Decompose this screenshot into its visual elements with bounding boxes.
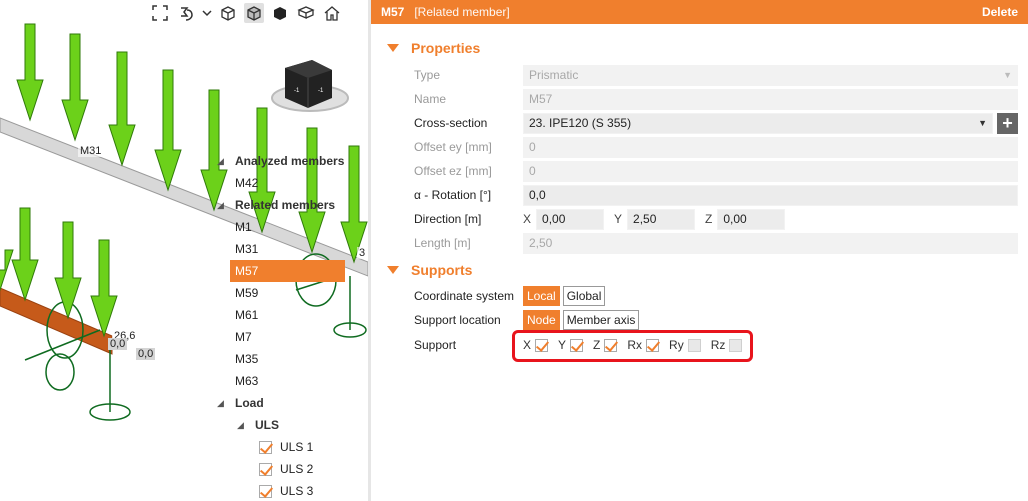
properties-panel: M57 [Related member] Delete Properties T…: [371, 0, 1028, 501]
member-label: M31: [78, 145, 104, 157]
collapse-caret-icon[interactable]: ◢: [217, 194, 224, 216]
rotation-field[interactable]: 0,0: [523, 184, 1018, 206]
row-rotation: α - Rotation [°] 0,0: [414, 184, 1019, 206]
value-label: 0,0: [136, 348, 156, 360]
section-view-icon[interactable]: [296, 3, 316, 23]
support-z[interactable]: Z: [593, 338, 618, 352]
support-rz[interactable]: Rz: [711, 338, 743, 352]
toggle-local[interactable]: Local: [523, 286, 560, 306]
row-name: Name M57: [414, 88, 1019, 110]
checkbox[interactable]: [259, 440, 272, 454]
tree-item-m7[interactable]: M7: [215, 326, 365, 348]
3d-viewport[interactable]: -1 -1 M31 26,6 0,0 0,0 3 ◢ Analyzed memb…: [0, 0, 368, 501]
dropdown-arrow-icon: ▼: [1003, 70, 1012, 80]
checkbox[interactable]: [604, 338, 618, 352]
support-ry[interactable]: Ry: [669, 338, 701, 352]
row-direction: Direction [m] X 0,00 Y 2,50 Z 0,00: [414, 208, 1019, 230]
member-name: M57: [381, 5, 405, 19]
member-type: [Related member]: [414, 5, 510, 19]
name-field[interactable]: M57: [523, 88, 1018, 110]
tree-load-uls2[interactable]: ULS 2: [215, 458, 365, 480]
row-support-location: Support location Node Member axis: [414, 309, 1019, 331]
navigation-cube[interactable]: -1 -1: [268, 58, 352, 120]
direction-y-field[interactable]: 2,50: [627, 208, 696, 230]
add-cross-section-button[interactable]: +: [997, 112, 1018, 134]
dropdown-arrow-icon: ▼: [978, 118, 987, 128]
support-rx[interactable]: Rx: [627, 338, 660, 352]
support-y[interactable]: Y: [558, 338, 584, 352]
checkbox[interactable]: [729, 338, 743, 352]
direction-x-field[interactable]: 0,00: [536, 208, 605, 230]
toggle-node[interactable]: Node: [523, 310, 560, 330]
load-arrow: [90, 239, 118, 338]
collapse-caret-icon[interactable]: ◢: [237, 414, 244, 436]
collapse-caret-icon[interactable]: ◢: [217, 150, 224, 172]
length-field[interactable]: 2,50: [523, 232, 1018, 254]
load-arrow: [16, 23, 44, 122]
collapse-caret-icon[interactable]: ◢: [217, 392, 224, 414]
toggle-global[interactable]: Global: [562, 286, 606, 306]
offset-ey-field[interactable]: 0: [523, 136, 1018, 158]
tree-item-m35[interactable]: M35: [215, 348, 365, 370]
tree-item-m42[interactable]: M42: [215, 172, 365, 194]
row-type: Type Prismatic ▼: [414, 64, 1019, 86]
tree-header-load[interactable]: ◢ Load: [215, 392, 365, 414]
tree-item-m59[interactable]: M59: [215, 282, 365, 304]
row-coordinate-system: Coordinate system Local Global: [414, 285, 1019, 307]
checkbox[interactable]: [687, 338, 701, 352]
row-length: Length [m] 2,50: [414, 232, 1019, 254]
checkbox[interactable]: [259, 462, 272, 476]
direction-z-field[interactable]: 0,00: [717, 208, 786, 230]
tree-header-analyzed[interactable]: ◢ Analyzed members: [215, 150, 365, 172]
tree-item-m63[interactable]: M63: [215, 370, 365, 392]
panel-title-bar: M57 [Related member] Delete: [371, 0, 1028, 24]
delete-button[interactable]: Delete: [982, 5, 1018, 19]
checkbox[interactable]: [646, 338, 660, 352]
tree-load-uls1[interactable]: ULS 1: [215, 436, 365, 458]
offset-ez-field[interactable]: 0: [523, 160, 1018, 182]
tree-item-m57[interactable]: M57: [230, 260, 345, 282]
tree-item-m31[interactable]: M31: [215, 238, 365, 260]
row-offset-ey: Offset ey [mm] 0: [414, 136, 1019, 158]
tree-header-uls[interactable]: ◢ ULS: [215, 414, 365, 436]
tree-item-m61[interactable]: M61: [215, 304, 365, 326]
checkbox[interactable]: [535, 338, 549, 352]
tree-load-uls3[interactable]: ULS 3: [215, 480, 365, 501]
tree-item-m1[interactable]: M1: [215, 216, 365, 238]
member-tree: ◢ Analyzed members M42 ◢ Related members…: [215, 150, 365, 501]
cube-solid-icon[interactable]: [270, 3, 290, 23]
load-arrow: [11, 207, 39, 302]
load-arrow: [61, 33, 89, 142]
collapse-triangle-icon[interactable]: [387, 266, 399, 274]
home-icon[interactable]: [322, 3, 342, 23]
toggle-member-axis[interactable]: Member axis: [562, 310, 640, 330]
load-arrow: [0, 249, 14, 292]
row-offset-ez: Offset ez [mm] 0: [414, 160, 1019, 182]
view-toolbar: [150, 2, 342, 24]
cube-shaded-icon[interactable]: [244, 3, 264, 23]
cross-section-select[interactable]: 23. IPE120 (S 355) ▼: [523, 112, 993, 134]
support-checkboxes: X Y Z Rx Ry Rz: [523, 336, 752, 354]
row-cross-section: Cross-section 23. IPE120 (S 355) ▼ +: [414, 112, 1019, 134]
rotate-icon[interactable]: [176, 3, 196, 23]
load-arrow: [108, 51, 136, 167]
fullscreen-icon[interactable]: [150, 3, 170, 23]
cube-face-label: -1: [318, 88, 324, 94]
load-arrow: [154, 69, 182, 192]
chevron-down-icon[interactable]: [202, 3, 212, 23]
properties-section-header[interactable]: Properties: [387, 40, 480, 56]
value-label: 0,0: [108, 338, 128, 350]
supports-section-header[interactable]: Supports: [387, 262, 472, 278]
support-x[interactable]: X: [523, 338, 549, 352]
cube-face-label: -1: [294, 88, 300, 94]
cube-wireframe-icon[interactable]: [218, 3, 238, 23]
tree-header-related[interactable]: ◢ Related members: [215, 194, 365, 216]
type-select[interactable]: Prismatic ▼: [523, 64, 1018, 86]
checkbox[interactable]: [570, 338, 584, 352]
checkbox[interactable]: [259, 484, 272, 498]
collapse-triangle-icon[interactable]: [387, 44, 399, 52]
